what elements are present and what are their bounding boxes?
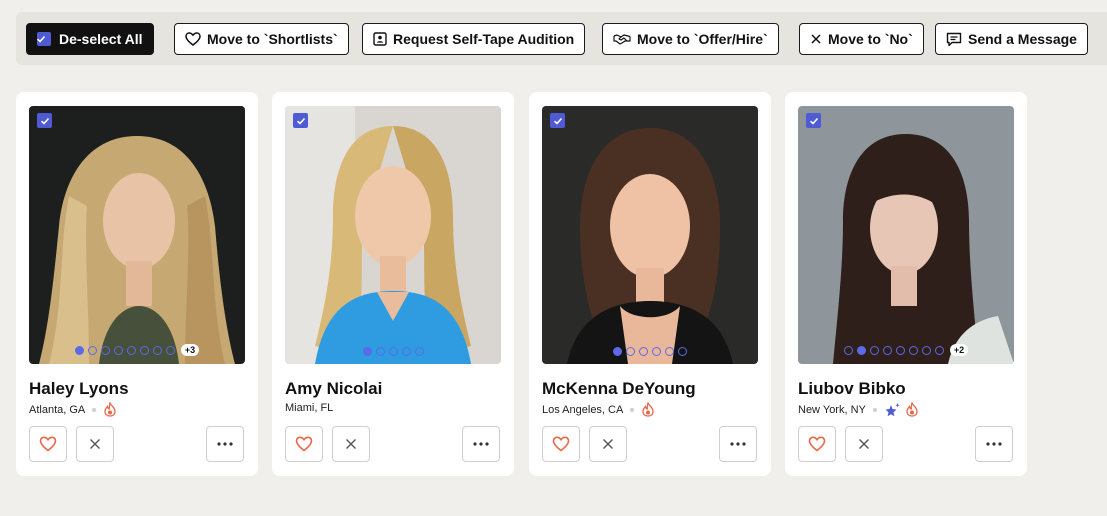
ellipsis-icon xyxy=(986,442,1002,446)
move-to-shortlists-label: Move to `Shortlists` xyxy=(207,31,338,47)
request-self-tape-button[interactable]: Request Self-Tape Audition xyxy=(362,23,586,55)
talent-card[interactable]: Amy Nicolai Miami, FL xyxy=(272,92,514,476)
heart-icon xyxy=(808,436,826,452)
heart-icon xyxy=(295,436,313,452)
talent-location-row: Miami, FL xyxy=(285,402,333,414)
talent-name[interactable]: McKenna DeYoung xyxy=(542,379,696,399)
talent-card[interactable]: +2 Liubov Bibko New York, NY xyxy=(785,92,1027,476)
separator-dot xyxy=(872,407,877,412)
talent-name[interactable]: Amy Nicolai xyxy=(285,379,382,399)
close-icon xyxy=(603,439,613,449)
shortlist-heart-button[interactable] xyxy=(285,426,323,462)
more-photos-count: +2 xyxy=(949,344,969,356)
talent-location-row: New York, NY xyxy=(798,402,923,417)
talent-name[interactable]: Haley Lyons xyxy=(29,379,129,399)
talent-location-row: Atlanta, GA xyxy=(29,402,121,417)
talent-photo[interactable] xyxy=(285,106,501,364)
talent-location-row: Los Angeles, CA xyxy=(542,402,659,417)
close-icon xyxy=(90,439,100,449)
close-icon xyxy=(811,34,821,44)
more-options-button[interactable] xyxy=(719,426,757,462)
move-to-shortlists-button[interactable]: Move to `Shortlists` xyxy=(174,23,349,55)
selected-checkbox[interactable] xyxy=(806,113,821,128)
reject-button[interactable] xyxy=(589,426,627,462)
heart-icon xyxy=(39,436,57,452)
more-photos-count: +3 xyxy=(180,344,200,356)
checkbox-checked-icon xyxy=(36,32,51,46)
bulk-action-toolbar: De-select All Move to `Shortlists` Reque… xyxy=(16,12,1107,65)
move-to-offer-hire-button[interactable]: Move to `Offer/Hire` xyxy=(602,23,779,55)
reject-button[interactable] xyxy=(332,426,370,462)
selected-checkbox[interactable] xyxy=(37,113,52,128)
photo-carousel-dots[interactable]: +2 xyxy=(798,344,1014,356)
talent-photo[interactable] xyxy=(542,106,758,364)
deselect-all-button[interactable]: De-select All xyxy=(26,23,154,55)
heart-icon xyxy=(552,436,570,452)
handshake-icon xyxy=(613,34,631,45)
talent-card[interactable]: +3 Haley Lyons Atlanta, GA xyxy=(16,92,258,476)
selected-checkbox[interactable] xyxy=(293,113,308,128)
contact-card-icon xyxy=(373,32,387,46)
photo-carousel-dots[interactable] xyxy=(285,347,501,356)
request-self-tape-label: Request Self-Tape Audition xyxy=(393,31,575,47)
send-message-button[interactable]: Send a Message xyxy=(935,23,1088,55)
move-to-no-button[interactable]: Move to `No` xyxy=(799,23,924,55)
separator-dot xyxy=(92,407,97,412)
talent-name[interactable]: Liubov Bibko xyxy=(798,379,906,399)
shortlist-heart-button[interactable] xyxy=(798,426,836,462)
more-options-button[interactable] xyxy=(462,426,500,462)
talent-photo[interactable]: +2 xyxy=(798,106,1014,364)
more-options-button[interactable] xyxy=(975,426,1013,462)
more-options-button[interactable] xyxy=(206,426,244,462)
ellipsis-icon xyxy=(730,442,746,446)
shortlist-heart-button[interactable] xyxy=(29,426,67,462)
deselect-all-label: De-select All xyxy=(59,31,143,47)
move-to-no-label: Move to `No` xyxy=(828,31,913,47)
shortlist-heart-button[interactable] xyxy=(542,426,580,462)
close-icon xyxy=(859,439,869,449)
photo-carousel-dots[interactable]: +3 xyxy=(29,344,245,356)
ellipsis-icon xyxy=(217,442,233,446)
photo-carousel-dots[interactable] xyxy=(542,347,758,356)
talent-location: Atlanta, GA xyxy=(29,403,86,416)
fire-icon xyxy=(905,402,919,417)
reject-button[interactable] xyxy=(845,426,883,462)
talent-location: Miami, FL xyxy=(285,402,334,414)
sparkle-star-icon xyxy=(884,402,901,417)
talent-photo[interactable]: +3 xyxy=(29,106,245,364)
heart-outline-icon xyxy=(185,32,201,46)
separator-dot xyxy=(630,407,635,412)
close-icon xyxy=(346,439,356,449)
talent-location: Los Angeles, CA xyxy=(542,403,624,416)
fire-icon xyxy=(641,402,655,417)
selected-checkbox[interactable] xyxy=(550,113,565,128)
send-message-label: Send a Message xyxy=(968,31,1077,47)
talent-location: New York, NY xyxy=(798,403,866,416)
talent-card[interactable]: McKenna DeYoung Los Angeles, CA xyxy=(529,92,771,476)
reject-button[interactable] xyxy=(76,426,114,462)
move-to-offer-hire-label: Move to `Offer/Hire` xyxy=(637,31,768,47)
message-icon xyxy=(946,32,962,46)
fire-icon xyxy=(103,402,117,417)
ellipsis-icon xyxy=(473,442,489,446)
